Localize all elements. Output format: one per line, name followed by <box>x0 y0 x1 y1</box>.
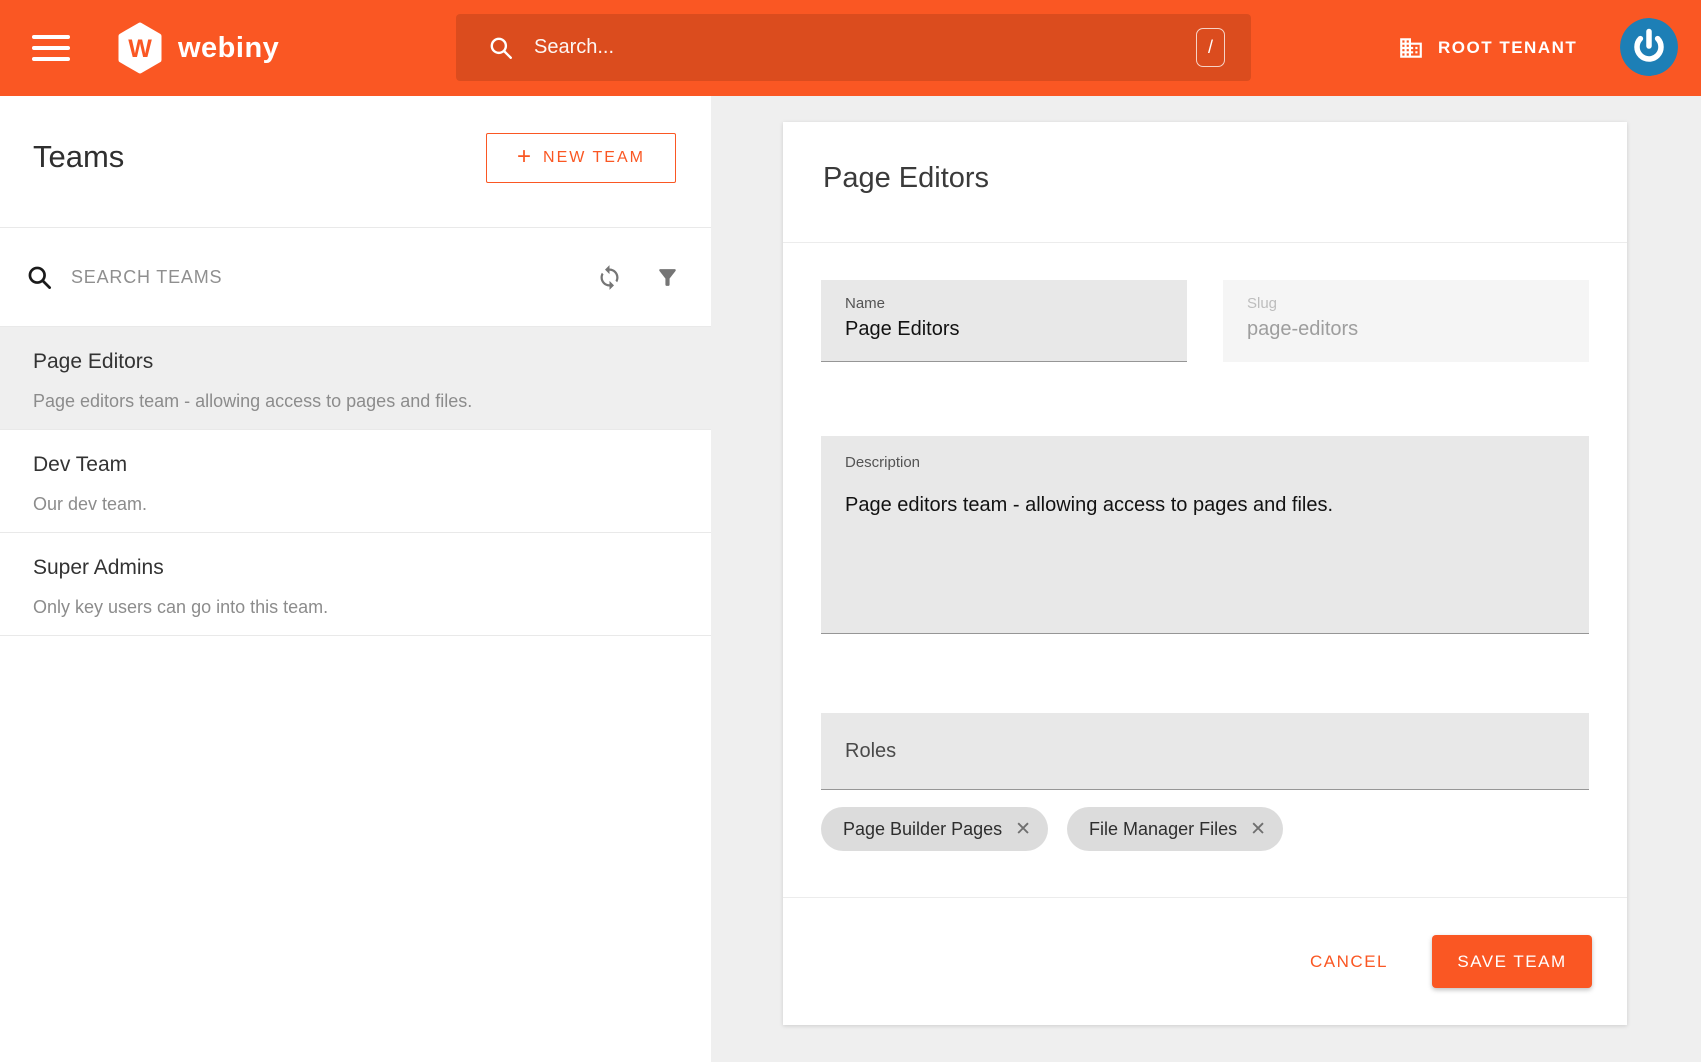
svg-text:W: W <box>128 35 152 63</box>
description-field[interactable]: Description Page editors team - allowing… <box>821 436 1589 634</box>
top-header: W webiny / ROOT TENANT <box>0 0 1701 96</box>
search-shortcut-badge: / <box>1196 28 1225 67</box>
roles-field[interactable]: Roles <box>821 713 1589 790</box>
roles-chips: Page Builder Pages ✕ File Manager Files … <box>821 807 1283 851</box>
divider <box>783 242 1627 243</box>
team-description: Page editors team - allowing access to p… <box>33 391 472 412</box>
search-icon <box>26 264 53 291</box>
roles-field-label: Roles <box>845 740 896 763</box>
slug-input <box>1247 318 1565 341</box>
description-field-label: Description <box>845 454 920 471</box>
brand-name: webiny <box>178 32 279 65</box>
teams-list-panel: Teams + NEW TEAM <box>0 96 711 1062</box>
filter-button[interactable] <box>645 255 689 299</box>
name-input[interactable] <box>845 318 1163 341</box>
team-list-item-page-editors[interactable]: Page Editors Page editors team - allowin… <box>0 327 711 430</box>
webiny-logo[interactable]: W webiny <box>116 22 279 74</box>
teams-search-row <box>0 228 711 326</box>
user-avatar[interactable] <box>1620 18 1678 76</box>
chip-label: File Manager Files <box>1089 819 1237 840</box>
teams-search-input[interactable] <box>71 267 587 288</box>
detail-actions: CANCEL SAVE TEAM <box>783 897 1627 1025</box>
chip-label: Page Builder Pages <box>843 819 1002 840</box>
cancel-button[interactable]: CANCEL <box>1296 942 1402 982</box>
team-list-item-super-admins[interactable]: Super Admins Only key users can go into … <box>0 533 711 636</box>
description-input[interactable]: Page editors team - allowing access to p… <box>845 492 1565 612</box>
chip-close-icon[interactable]: ✕ <box>1015 818 1031 841</box>
tenant-selector[interactable]: ROOT TENANT <box>1398 0 1577 96</box>
name-field-label: Name <box>845 295 885 312</box>
teams-list-header: Teams + NEW TEAM <box>0 96 711 227</box>
team-description: Only key users can go into this team. <box>33 597 328 618</box>
team-list-item-dev-team[interactable]: Dev Team Our dev team. <box>0 430 711 533</box>
tenant-label: ROOT TENANT <box>1438 38 1577 58</box>
new-team-button[interactable]: + NEW TEAM <box>486 133 676 183</box>
hamburger-menu-icon[interactable] <box>32 35 70 62</box>
new-team-button-label: NEW TEAM <box>543 149 645 167</box>
team-detail-panel: Page Editors Name Slug Description Page … <box>711 96 1701 1062</box>
team-description: Our dev team. <box>33 494 147 515</box>
slug-field-label: Slug <box>1247 295 1277 312</box>
filter-icon <box>655 265 680 290</box>
team-name: Page Editors <box>33 350 153 374</box>
team-name: Dev Team <box>33 453 127 477</box>
refresh-button[interactable] <box>587 255 631 299</box>
team-name: Super Admins <box>33 556 164 580</box>
chip-close-icon[interactable]: ✕ <box>1250 818 1266 841</box>
save-team-button[interactable]: SAVE TEAM <box>1432 935 1592 988</box>
detail-title: Page Editors <box>823 162 989 195</box>
webiny-logo-hexagon-icon: W <box>116 22 164 74</box>
search-icon <box>488 35 514 61</box>
app-root: W webiny / ROOT TENANT Teams <box>0 0 1701 1062</box>
refresh-icon <box>596 264 623 291</box>
page-title: Teams <box>33 139 124 175</box>
building-icon <box>1398 35 1424 61</box>
role-chip-file-manager-files[interactable]: File Manager Files ✕ <box>1067 807 1283 851</box>
slug-field: Slug <box>1223 280 1589 362</box>
plus-icon: + <box>517 143 531 171</box>
role-chip-page-builder-pages[interactable]: Page Builder Pages ✕ <box>821 807 1048 851</box>
global-search-input[interactable] <box>534 36 1196 59</box>
team-detail-card: Page Editors Name Slug Description Page … <box>783 122 1627 1025</box>
global-search-bar[interactable]: / <box>456 14 1251 81</box>
name-field[interactable]: Name <box>821 280 1187 362</box>
